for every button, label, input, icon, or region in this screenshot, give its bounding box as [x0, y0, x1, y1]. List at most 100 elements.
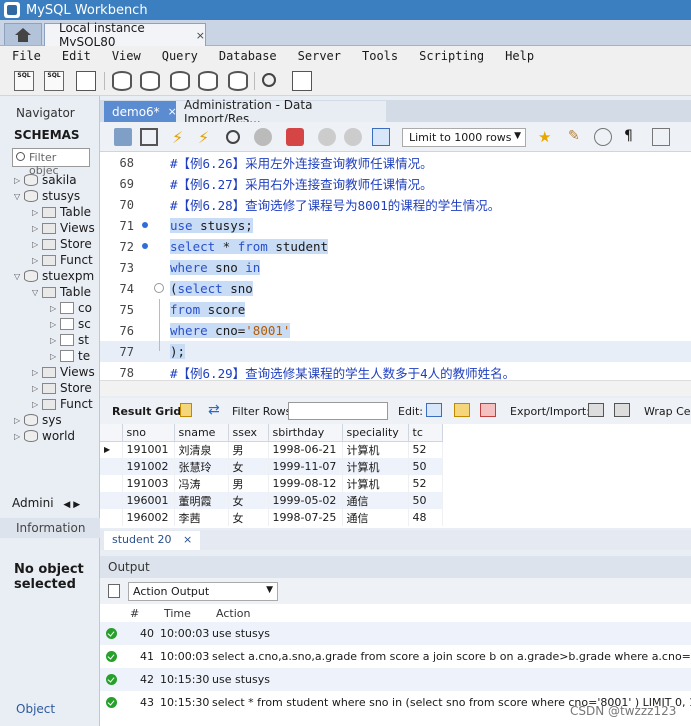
tree-item-funct[interactable]: ▷ Funct — [32, 396, 93, 412]
invisible-chars-icon[interactable]: ¶ — [624, 128, 642, 146]
administration-tab[interactable]: Admini ◀ ▶ — [12, 496, 96, 514]
result-grid[interactable]: sno sname ssex sbirthday speciality tc ▶ 191001… — [100, 424, 691, 528]
table-cell[interactable]: 52 — [408, 441, 443, 458]
tree-item-te[interactable]: ▷ te — [50, 348, 90, 364]
column-header-sbirthday[interactable]: sbirthday — [268, 424, 343, 442]
table-cell[interactable]: 计算机 — [342, 475, 409, 492]
menu-item-edit[interactable]: Edit — [50, 49, 100, 63]
schema-filter-input[interactable]: Filter objec — [12, 148, 90, 177]
save-icon[interactable] — [140, 128, 158, 146]
output-type-select[interactable]: Action Output ▼ — [128, 582, 278, 601]
expand-arrow-icon[interactable]: ▷ — [32, 384, 42, 393]
add-row-icon[interactable] — [454, 403, 470, 417]
filter-rows-input[interactable] — [288, 402, 388, 420]
expand-arrow-icon[interactable]: ▷ — [50, 304, 60, 313]
table-cell[interactable]: 刘清泉 — [174, 441, 229, 458]
tree-item-stuexpm[interactable]: ▽ stuexpm — [14, 268, 94, 284]
tree-item-world[interactable]: ▷ world — [14, 428, 75, 444]
menu-item-database[interactable]: Database — [207, 49, 286, 63]
column-header-ssex[interactable]: ssex — [228, 424, 269, 442]
close-icon[interactable]: × — [196, 29, 205, 42]
copy-icon[interactable] — [108, 584, 120, 598]
table-cell[interactable]: 男 — [228, 475, 269, 492]
table-row[interactable]: 196002 李茜女 1998-07-25 通信 48 — [100, 509, 443, 526]
create-schema-icon[interactable] — [112, 71, 132, 91]
menu-item-tools[interactable]: Tools — [350, 49, 407, 63]
wrap-cell-label[interactable]: Wrap Cell — [644, 405, 691, 418]
new-sql-tab-icon[interactable]: SQL — [14, 71, 34, 91]
tree-item-store[interactable]: ▷ Store — [32, 236, 92, 252]
output-row[interactable]: 41 10:00:03 select a.cno,a.sno,a.grade fro… — [100, 645, 691, 668]
execute-current-statement-icon[interactable]: ⚡ — [198, 128, 216, 147]
expand-arrow-icon[interactable]: ▷ — [14, 416, 24, 425]
create-view-icon[interactable] — [170, 71, 190, 91]
execute-lightning-icon[interactable]: ⚡ — [172, 128, 190, 147]
table-cell[interactable]: 50 — [408, 492, 443, 509]
editor-horizontal-scrollbar[interactable] — [100, 380, 691, 396]
table-cell[interactable]: 196002 — [122, 509, 175, 526]
expand-arrow-icon[interactable]: ▷ — [32, 208, 42, 217]
tab-scroll-arrows-icon[interactable]: ◀ ▶ — [63, 500, 80, 510]
tree-item-stusys[interactable]: ▽ stusys — [14, 188, 80, 204]
row-selector[interactable] — [100, 475, 123, 492]
menu-item-view[interactable]: View — [100, 49, 150, 63]
tree-item-table[interactable]: ▽ Table — [32, 284, 91, 300]
table-row[interactable]: 196001 董明霞女 1999-05-02 通信 50 — [100, 492, 443, 509]
table-cell[interactable]: 女 — [228, 492, 269, 509]
explain-icon[interactable] — [226, 130, 240, 144]
table-cell[interactable]: 张慧玲 — [174, 458, 229, 475]
expand-arrow-icon[interactable]: ▷ — [50, 320, 60, 329]
table-cell[interactable]: 李茜 — [174, 509, 229, 526]
table-cell[interactable]: 191003 — [122, 475, 175, 492]
tree-item-table[interactable]: ▷ Table — [32, 204, 91, 220]
delete-row-icon[interactable] — [480, 403, 496, 417]
import-icon[interactable] — [614, 403, 630, 417]
row-selector[interactable] — [100, 458, 123, 475]
tree-item-funct[interactable]: ▷ Funct — [32, 252, 93, 268]
tree-item-st[interactable]: ▷ st — [50, 332, 89, 348]
table-cell[interactable]: 48 — [408, 509, 443, 526]
table-cell[interactable]: 计算机 — [342, 458, 409, 475]
tree-item-views[interactable]: ▷ Views — [32, 220, 95, 236]
result-tab[interactable]: student 20 × — [104, 531, 201, 550]
tree-item-sakila[interactable]: ▷ sakila — [14, 172, 77, 188]
table-cell[interactable]: 1998-07-25 — [268, 509, 343, 526]
autocommit-icon[interactable] — [372, 128, 390, 146]
table-row[interactable]: ▶ 191001 刘清泉男 1998-06-21 计算机 52 — [100, 441, 443, 458]
tree-item-co[interactable]: ▷ co — [50, 300, 92, 316]
table-cell[interactable]: 1999-05-02 — [268, 492, 343, 509]
word-wrap-icon[interactable] — [652, 128, 670, 146]
row-selector[interactable] — [100, 509, 123, 526]
table-cell[interactable]: 1999-08-12 — [268, 475, 343, 492]
tree-item-sc[interactable]: ▷ sc — [50, 316, 91, 332]
edit-row-icon[interactable] — [426, 403, 442, 417]
menu-item-query[interactable]: Query — [150, 49, 207, 63]
menu-item-file[interactable]: File — [0, 49, 50, 63]
create-table-icon[interactable] — [140, 71, 160, 91]
export-icon[interactable] — [588, 403, 604, 417]
stop-icon[interactable] — [254, 128, 272, 146]
limit-rows-select[interactable]: Limit to 1000 rows ▼ — [402, 128, 526, 147]
expand-arrow-icon[interactable]: ▷ — [14, 432, 24, 441]
column-header-sno[interactable]: sno — [122, 424, 175, 442]
row-selector[interactable] — [100, 492, 123, 509]
expand-arrow-icon[interactable]: ▷ — [32, 224, 42, 233]
expand-arrow-icon[interactable]: ▷ — [32, 400, 42, 409]
output-row[interactable]: 40 10:00:03 use stusys — [100, 622, 691, 645]
table-cell[interactable]: 196001 — [122, 492, 175, 509]
add-snippet-star-icon[interactable]: ★ — [538, 128, 556, 146]
menu-item-server[interactable]: Server — [286, 49, 350, 63]
collapse-arrow-icon[interactable]: ▽ — [14, 272, 24, 281]
table-cell[interactable]: 董明霞 — [174, 492, 229, 509]
result-grid-button[interactable]: Result Grid — [112, 405, 181, 418]
inspector-icon[interactable] — [76, 71, 96, 91]
table-cell[interactable]: 男 — [228, 441, 269, 458]
refresh-icon[interactable]: ⇄ — [208, 402, 220, 418]
table-cell[interactable]: 191001 — [122, 441, 175, 458]
fold-toggle-icon[interactable] — [154, 283, 164, 293]
table-cell[interactable]: 1998-06-21 — [268, 441, 343, 458]
tree-item-store[interactable]: ▷ Store — [32, 380, 92, 396]
table-row[interactable]: 191002 张慧玲女 1999-11-07 计算机 50 — [100, 458, 443, 475]
table-cell[interactable]: 通信 — [342, 492, 409, 509]
create-procedure-icon[interactable] — [198, 71, 218, 91]
